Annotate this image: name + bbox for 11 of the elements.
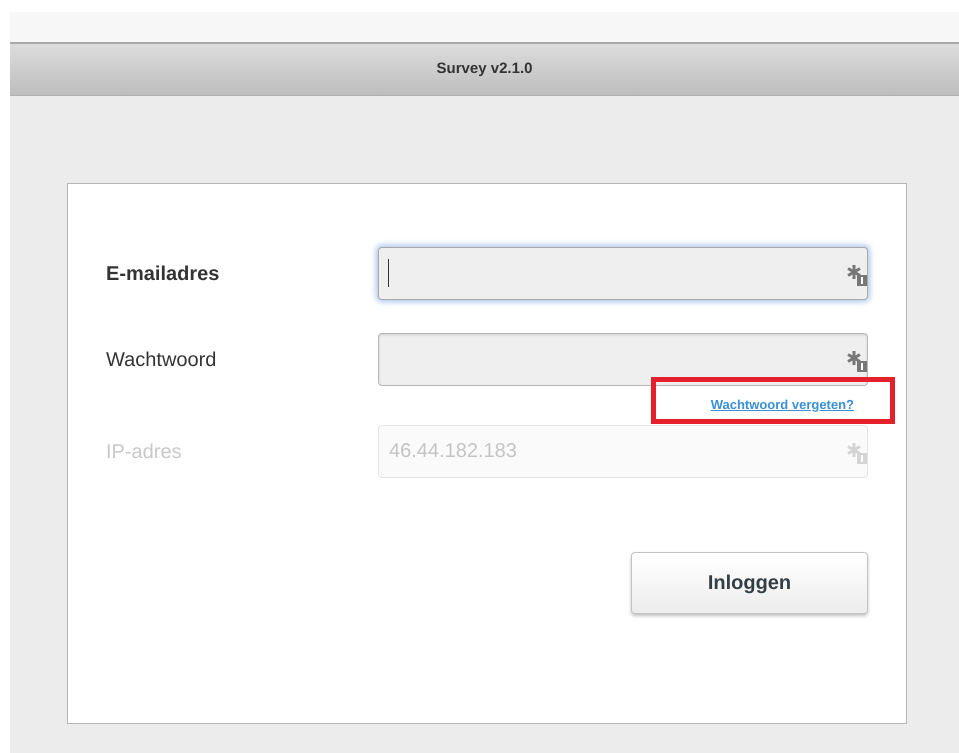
key-asterisk-icon — [847, 442, 867, 464]
key-asterisk-icon — [847, 264, 867, 286]
forgot-password-link[interactable]: Wachtwoord vergeten? — [710, 395, 854, 413]
input-field[interactable] — [378, 247, 868, 300]
input-field[interactable] — [378, 333, 868, 386]
text-cursor — [388, 259, 389, 287]
field-label: E-mailadres — [106, 262, 220, 286]
field-label: Wachtwoord — [106, 348, 218, 372]
key-asterisk-icon — [847, 350, 867, 372]
window-title: Survey v2.1.0 — [436, 59, 532, 80]
login-button[interactable]: Inloggen — [631, 552, 868, 614]
